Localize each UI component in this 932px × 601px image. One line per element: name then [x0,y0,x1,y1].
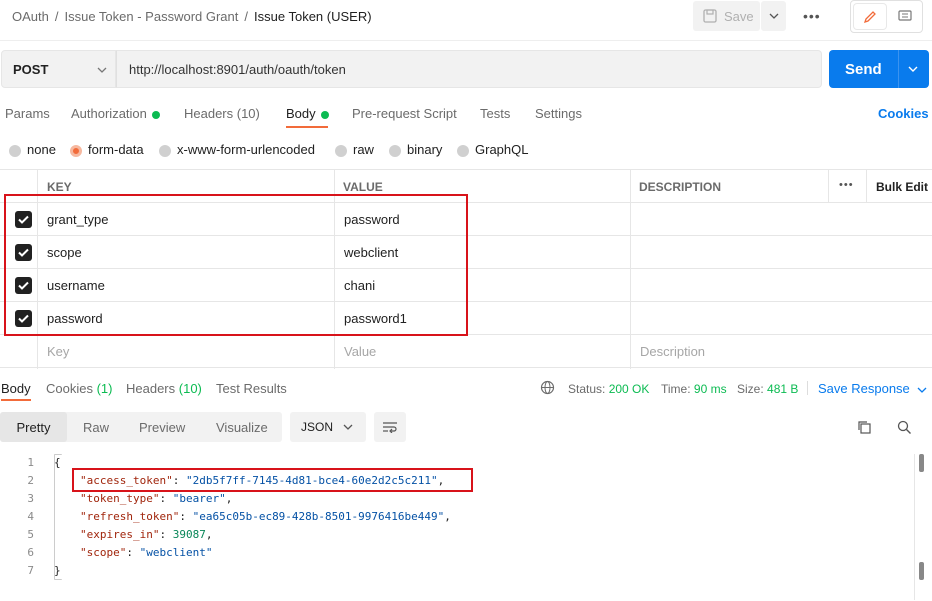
pencil-icon [863,10,876,23]
tab-headers[interactable]: Headers (10) [184,106,260,121]
method-select[interactable]: POST [1,50,116,88]
radio-x-www-form-urlencoded[interactable]: x-www-form-urlencoded [159,142,315,157]
column-description: DESCRIPTION [639,180,722,194]
save-button[interactable]: Save [693,1,760,31]
copy-icon[interactable] [857,420,872,435]
view-toggle [850,0,923,33]
format-select[interactable]: JSON [290,412,366,442]
active-tab-indicator [1,399,31,401]
breadcrumb-collection[interactable]: OAuth [12,9,49,24]
request-tabs: Params Authorization Headers (10) Body P… [0,104,932,128]
edit-mode-button[interactable] [854,4,886,29]
response-tab-body[interactable]: Body [1,381,31,396]
save-label: Save [724,8,754,24]
column-value: VALUE [343,180,383,194]
more-options-icon[interactable]: ••• [803,8,821,24]
comments-button[interactable] [889,4,921,29]
new-description-input[interactable]: Description [640,344,705,359]
chevron-down-icon [917,387,927,393]
tab-pre-request-script[interactable]: Pre-request Script [352,106,457,121]
radio-graphql[interactable]: GraphQL [457,142,528,157]
send-button[interactable]: Send [829,50,929,88]
breadcrumb: OAuth / Issue Token - Password Grant / I… [12,9,372,24]
highlight-box-params [4,194,468,336]
column-key: KEY [47,180,72,194]
response-tab-cookies[interactable]: Cookies (1) [46,381,112,396]
view-pretty[interactable]: Pretty [0,412,67,442]
tab-tests[interactable]: Tests [480,106,510,121]
status-dot [151,110,160,119]
more-options-icon[interactable]: ••• [839,179,854,191]
breadcrumb-folder[interactable]: Issue Token - Password Grant [64,9,238,24]
radio-raw[interactable]: raw [335,142,374,157]
size-readout[interactable]: Size: 481 B [737,382,798,396]
send-label: Send [845,60,882,78]
radio-binary[interactable]: binary [389,142,442,157]
breadcrumb-request[interactable]: Issue Token (USER) [254,9,372,24]
save-response-button[interactable]: Save Response [818,381,927,396]
line-numbers: 1 2 3 4 5 6 7 [27,456,34,577]
tab-body[interactable]: Body [286,106,329,121]
tab-settings[interactable]: Settings [535,106,582,121]
status-readout[interactable]: Status: 200 OK [568,382,649,396]
new-key-input[interactable]: Key [47,344,69,359]
body-type-selector: none form-data x-www-form-urlencoded raw… [0,140,932,158]
chevron-down-icon[interactable] [908,66,918,72]
response-tabs: Body Cookies (1) Headers (10) Test Resul… [0,379,932,401]
save-icon [703,9,717,23]
table-row-new: Key Value Description [0,335,932,368]
chevron-down-icon [97,67,107,73]
chevron-down-icon [343,424,353,430]
tab-authorization[interactable]: Authorization [71,106,160,121]
url-input[interactable]: http://localhost:8901/auth/oauth/token [116,50,822,88]
active-tab-indicator [286,126,328,128]
view-mode-segment: Pretty Raw Preview Visualize [0,412,282,442]
globe-icon[interactable] [540,380,555,395]
status-dot [320,110,329,119]
top-bar: OAuth / Issue Token - Password Grant / I… [0,0,932,36]
response-tab-test-results[interactable]: Test Results [216,381,287,396]
url-text: http://localhost:8901/auth/oauth/token [129,61,346,77]
chevron-down-icon [769,13,778,19]
view-preview[interactable]: Preview [139,420,185,435]
wrap-icon [383,422,397,433]
response-body: 1 2 3 4 5 6 7 { "access_token": "2db5f7f… [0,454,932,584]
save-dropdown-button[interactable] [761,1,786,31]
method-label: POST [13,61,49,77]
view-visualize[interactable]: Visualize [216,420,268,435]
time-readout[interactable]: Time: 90 ms [661,382,727,396]
response-tab-headers[interactable]: Headers (10) [126,381,202,396]
new-value-input[interactable]: Value [344,344,376,359]
wrap-lines-button[interactable] [374,412,406,442]
view-raw[interactable]: Raw [83,420,109,435]
cookies-link[interactable]: Cookies [878,106,929,121]
scrollbar-thumb[interactable] [919,454,924,472]
tab-params[interactable]: Params [5,106,50,121]
bulk-edit-link[interactable]: Bulk Edit [876,180,928,194]
comment-icon [898,10,912,21]
search-icon[interactable] [897,420,912,435]
scrollbar-thumb[interactable] [919,562,924,580]
radio-none[interactable]: none [9,142,56,157]
highlight-box-token [72,468,473,492]
radio-form-data[interactable]: form-data [70,142,144,157]
